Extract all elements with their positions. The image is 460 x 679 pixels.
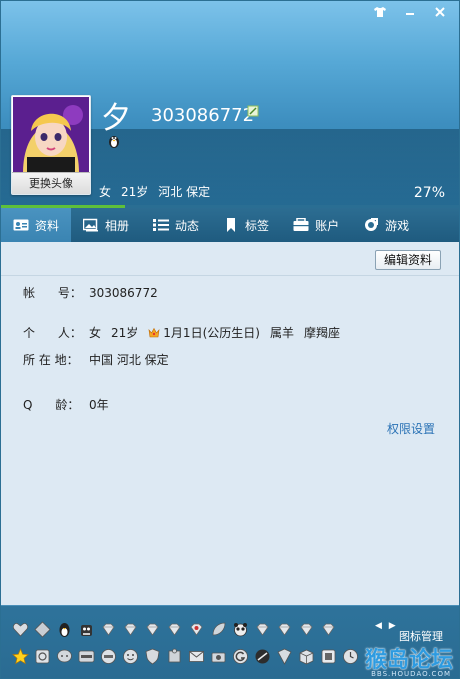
gem-icon[interactable] (121, 620, 140, 639)
app-icon[interactable] (77, 647, 96, 666)
gem-icon[interactable] (275, 620, 294, 639)
tab-label: 账户 (315, 218, 340, 233)
gem-icon[interactable] (319, 620, 338, 639)
heart-icon[interactable] (11, 620, 30, 639)
qq-number: 303086772 (151, 105, 255, 126)
photo-icon[interactable] (33, 647, 52, 666)
close-icon[interactable] (427, 3, 453, 21)
pet-icon[interactable] (77, 620, 96, 639)
tab-games[interactable]: 游戏 (351, 208, 421, 242)
edit-profile-button[interactable]: 编辑资料 (374, 250, 441, 270)
leaf-icon[interactable] (209, 620, 228, 639)
account-row: 帐 号： 303086772 (23, 284, 158, 301)
shield-icon[interactable] (143, 647, 162, 666)
star-icon[interactable] (11, 647, 30, 666)
tab-feed[interactable]: 动态 (141, 208, 211, 242)
tab-label: 资料 (35, 218, 60, 233)
location-row: 所 在 地： 中国 河北 保定 (23, 351, 169, 368)
guard-icon[interactable] (275, 647, 294, 666)
qzone-icon[interactable] (319, 647, 338, 666)
icon-row-1 (11, 620, 338, 639)
profile-header: 更换头像 夕 303086772 女 21岁 河北 保定 27% (1, 1, 459, 206)
profile-completion-percent: 27% (413, 185, 445, 201)
age-text: 21岁 (121, 185, 149, 199)
qage-label: Q 龄： (23, 398, 80, 412)
tab-tags[interactable]: 标签 (211, 208, 281, 242)
window-controls (367, 3, 453, 21)
penguin-icon (109, 136, 119, 148)
tab-label: 相册 (105, 218, 130, 233)
icon-bar: ◀ ▶ 图标管理 猴岛论坛 BBS.HOUDAO.COM (1, 605, 459, 678)
tab-label: 动态 (175, 218, 200, 233)
mail-icon[interactable] (187, 647, 206, 666)
bookmark-tag-icon (227, 218, 236, 232)
wallet-icon (293, 218, 309, 231)
icon-scroll-arrows[interactable]: ◀ ▶ (375, 621, 398, 631)
photo-album-icon (83, 218, 99, 232)
location-label: 所 在 地： (23, 353, 79, 367)
location-text: 河北 保定 (158, 185, 211, 199)
nickname: 夕 (101, 101, 131, 136)
minimize-icon[interactable] (397, 3, 423, 21)
gem-icon[interactable] (143, 620, 162, 639)
gem-icon[interactable] (99, 620, 118, 639)
crown-icon (148, 327, 160, 337)
constellation-value: 摩羯座 (303, 326, 340, 340)
personal-row: 个 人： 女 21岁 1月1日(公历生日) 属羊 摩羯座 (23, 324, 340, 341)
qage-row: Q 龄： 0年 (23, 396, 109, 413)
cf-icon[interactable] (99, 647, 118, 666)
location-value: 中国 河北 保定 (89, 353, 169, 367)
heart-gem-icon[interactable] (187, 620, 206, 639)
birthday-value: 1月1日(公历生日) (163, 326, 260, 340)
personal-label: 个 人： (23, 326, 82, 340)
personal-age: 21岁 (111, 326, 139, 340)
face-icon[interactable] (121, 647, 140, 666)
puzzle-icon[interactable] (165, 647, 184, 666)
camera-icon[interactable] (209, 647, 228, 666)
tab-bar: 资料 相册 动态 标签 账户 游戏 (1, 208, 459, 242)
box-icon[interactable] (297, 647, 316, 666)
personal-gender: 女 (89, 326, 102, 340)
tab-label: 标签 (245, 218, 270, 233)
profile-details: 编辑资料 帐 号： 303086772 个 人： 女 21岁 1月1日(公历生日… (1, 242, 459, 605)
avatar[interactable]: 更换头像 (11, 95, 91, 195)
tab-album[interactable]: 相册 (71, 208, 141, 242)
edit-pencil-icon[interactable] (247, 105, 259, 117)
permission-settings-link[interactable]: 权限设置 (387, 420, 435, 437)
stroke-icon[interactable] (253, 647, 272, 666)
feed-list-icon (153, 219, 170, 231)
skin-icon[interactable] (367, 3, 393, 21)
game-icon (365, 218, 379, 231)
tab-account[interactable]: 账户 (281, 208, 351, 242)
tab-profile[interactable]: 资料 (1, 208, 72, 242)
watermark-url: BBS.HOUDAO.COM (371, 670, 451, 678)
g-icon[interactable] (231, 647, 250, 666)
basic-info: 女 21岁 河北 保定 (99, 183, 210, 200)
panda-icon[interactable] (231, 620, 250, 639)
clock-icon[interactable] (341, 647, 360, 666)
penguin-icon[interactable] (55, 620, 74, 639)
details-toolbar: 编辑资料 (1, 242, 459, 276)
profile-card-icon (13, 219, 29, 231)
gem-icon[interactable] (165, 620, 184, 639)
tab-label: 游戏 (385, 218, 410, 233)
icon-row-2 (11, 647, 360, 666)
account-label: 帐 号： (23, 286, 82, 300)
gem-icon[interactable] (297, 620, 316, 639)
avatar-image (13, 97, 89, 173)
gem-icon[interactable] (253, 620, 272, 639)
profile-window: 更换头像 夕 303086772 女 21岁 河北 保定 27% 资料 相册 动… (0, 0, 460, 679)
zodiac-value: 属羊 (269, 326, 294, 340)
change-avatar-button[interactable]: 更换头像 (12, 172, 90, 194)
gender-text: 女 (99, 185, 112, 199)
diamond-icon[interactable] (33, 620, 52, 639)
chat-icon[interactable] (55, 647, 74, 666)
qage-value: 0年 (89, 398, 109, 412)
account-value: 303086772 (89, 285, 158, 300)
